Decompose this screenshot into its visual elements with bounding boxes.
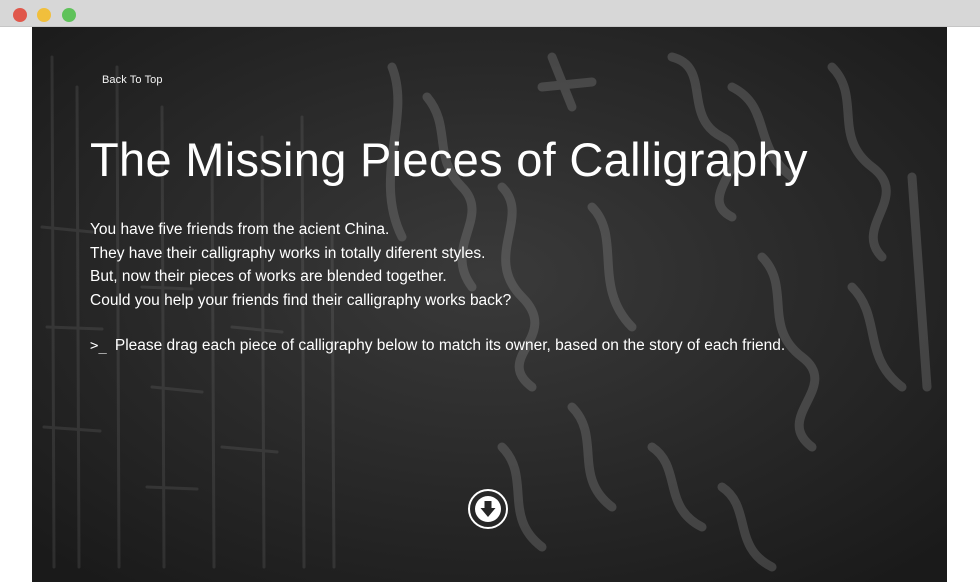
intro-line: But, now their pieces of works are blend… (90, 268, 447, 285)
browser-window: Back To Top The Missing Pieces of Callig… (0, 0, 980, 582)
close-window-button[interactable] (13, 8, 27, 22)
instruction-text: >_ Please drag each piece of calligraphy … (90, 337, 785, 355)
scroll-down-button[interactable] (468, 489, 508, 529)
instruction-label: Please drag each piece of calligraphy be… (114, 337, 786, 354)
arrow-down-circle-icon (475, 496, 501, 522)
page-title: The Missing Pieces of Calligraphy (90, 133, 808, 186)
intro-line: You have five friends from the acient Ch… (90, 221, 390, 238)
maximize-window-button[interactable] (62, 8, 76, 22)
back-to-top-link[interactable]: Back To Top (102, 74, 163, 86)
intro-line: They have their calligraphy works in tot… (90, 244, 486, 262)
hero-section: Back To Top The Missing Pieces of Callig… (32, 27, 947, 582)
window-titlebar (0, 0, 980, 27)
minimize-window-button[interactable] (37, 8, 51, 22)
terminal-prompt-icon: >_ (90, 338, 107, 354)
intro-line: Could you help your friends find their c… (90, 291, 512, 309)
intro-paragraph: You have five friends from the acient Ch… (90, 218, 511, 312)
